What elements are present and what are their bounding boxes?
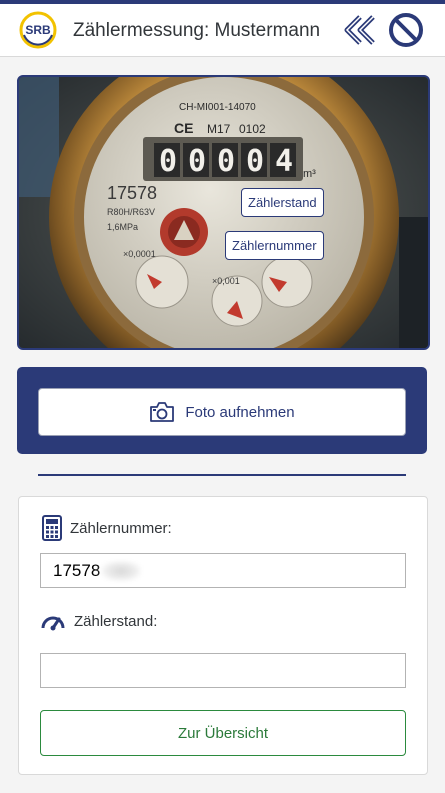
- meter-unit: m³: [303, 168, 316, 180]
- camera-icon: [150, 402, 175, 422]
- app-header: SRB Zählermessung: Mustermann: [0, 4, 445, 57]
- back-button[interactable]: [342, 11, 380, 49]
- take-photo-button[interactable]: Foto aufnehmen: [38, 388, 406, 436]
- meter-digit: 0: [246, 144, 264, 179]
- camera-panel: Foto aufnehmen: [17, 367, 427, 454]
- double-chevron-left-icon: [344, 15, 375, 45]
- dial-left-label: ×0,0001: [123, 249, 156, 259]
- meter-pressure: 1,6MPa: [107, 222, 138, 232]
- prohibit-icon: [389, 13, 423, 47]
- meter-form: Zählernummer: 17578 Zählerstand: Zur Übe…: [18, 496, 428, 775]
- meter-number-value: 17578: [53, 560, 101, 580]
- page-title: Zählermessung: Mustermann: [73, 20, 321, 41]
- meter-code: 0102: [239, 122, 266, 136]
- dial-right-label: ×0,001: [212, 276, 240, 286]
- logo-text: SRB: [25, 23, 51, 37]
- meter-digit: 0: [188, 144, 206, 179]
- redacted-blur: [101, 560, 142, 581]
- gauge-icon: [41, 616, 65, 631]
- svg-text:CE: CE: [174, 120, 193, 136]
- number-label: Zählernummer:: [70, 519, 172, 537]
- meter-photo: 0 0 0 0 4 CH-MI001-14070 CE M17 0102 m³ …: [17, 75, 430, 350]
- meter-model: R80H/R63V: [107, 207, 155, 217]
- tag-zaehlerstand[interactable]: Zählerstand: [241, 188, 324, 217]
- srb-logo: SRB: [19, 11, 57, 49]
- meter-number-field[interactable]: 17578: [40, 553, 406, 588]
- overview-button[interactable]: Zur Übersicht: [40, 710, 406, 756]
- meter-serial: 17578: [107, 183, 157, 203]
- cancel-button[interactable]: [387, 11, 425, 49]
- meter-digit: 4: [275, 144, 293, 179]
- meter-mark: M17: [207, 122, 231, 136]
- stand-label: Zählerstand:: [74, 612, 158, 630]
- meter-reading-field[interactable]: [40, 653, 406, 688]
- tag-zaehlernummer[interactable]: Zählernummer: [225, 231, 324, 260]
- calculator-icon: [42, 515, 62, 541]
- take-photo-label: Foto aufnehmen: [185, 403, 295, 421]
- water-meter-image: 0 0 0 0 4 CH-MI001-14070 CE M17 0102 m³ …: [19, 77, 428, 348]
- stand-label-row: Zählerstand:: [40, 611, 157, 631]
- section-divider: [38, 474, 406, 476]
- number-label-row: Zählernummer:: [42, 515, 172, 541]
- meter-digit: 0: [159, 144, 177, 179]
- meter-top-text: CH-MI001-14070: [179, 102, 256, 113]
- meter-digit: 0: [217, 144, 235, 179]
